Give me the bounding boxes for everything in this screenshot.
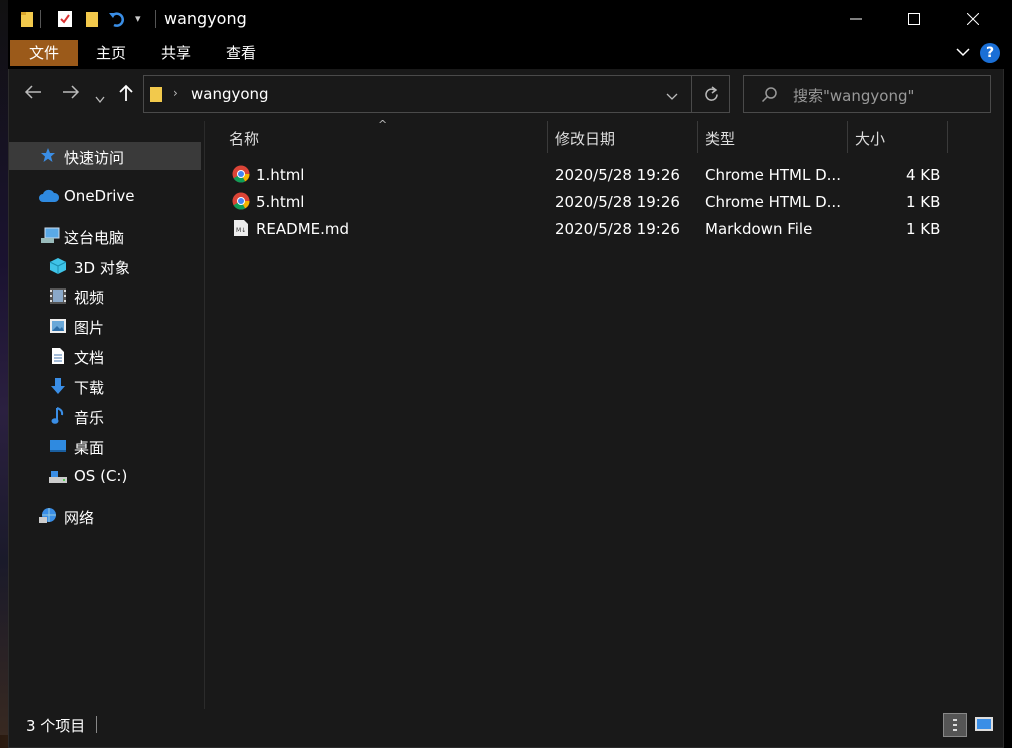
large-icons-view-button[interactable] <box>973 713 997 737</box>
maximize-button[interactable] <box>885 0 943 38</box>
properties-icon[interactable] <box>57 10 72 28</box>
new-folder-icon[interactable] <box>85 10 99 28</box>
search-input[interactable]: 搜索"wangyong" <box>793 85 914 106</box>
sidebar-item-desktop[interactable]: 桌面 <box>74 437 104 458</box>
large-icons-view-icon <box>975 717 993 731</box>
expand-ribbon-button[interactable] <box>955 44 971 64</box>
sidebar-item-network[interactable]: 网络 <box>64 507 94 528</box>
chrome-icon <box>232 165 250 187</box>
chevron-down-icon <box>95 96 105 104</box>
chrome-icon <box>232 192 250 214</box>
sidebar-item-os-c[interactable]: OS (C:) <box>74 467 127 485</box>
divider <box>40 10 41 28</box>
drive-icon <box>48 469 68 489</box>
file-name[interactable]: README.md <box>256 220 349 238</box>
close-icon <box>967 13 979 25</box>
file-size: 1 KB <box>906 193 941 211</box>
pane-divider[interactable] <box>204 121 205 709</box>
folder-icon <box>149 85 163 107</box>
chevron-down-icon <box>666 93 678 100</box>
download-icon <box>50 377 66 399</box>
star-icon <box>40 147 56 167</box>
recent-locations-button[interactable] <box>95 88 105 109</box>
sidebar-item-quick-access[interactable]: 快速访问 <box>64 147 124 168</box>
address-history-button[interactable] <box>666 89 678 105</box>
desktop-icon <box>49 439 67 457</box>
cloud-icon <box>38 189 60 207</box>
details-view-button[interactable] <box>943 713 967 737</box>
minimize-button[interactable] <box>827 0 885 38</box>
file-name[interactable]: 1.html <box>256 166 304 184</box>
tab-share[interactable]: 共享 <box>159 40 193 66</box>
sidebar-item-music[interactable]: 音乐 <box>74 407 104 428</box>
divider <box>96 716 97 733</box>
refresh-button[interactable] <box>703 86 720 107</box>
svg-text:M↓: M↓ <box>236 227 246 234</box>
computer-icon <box>40 227 60 249</box>
sidebar-item-downloads[interactable]: 下载 <box>74 377 104 398</box>
details-view-icon <box>953 719 957 731</box>
sidebar-item-this-pc[interactable]: 这台电脑 <box>64 227 124 248</box>
document-icon <box>51 347 65 369</box>
tab-view[interactable]: 查看 <box>224 40 258 66</box>
video-icon <box>49 287 67 309</box>
tab-home[interactable]: 主页 <box>94 40 128 66</box>
file-type: Markdown File <box>705 220 813 238</box>
divider <box>691 75 692 113</box>
ribbon-bar <box>8 38 1004 69</box>
column-resize-handle[interactable] <box>947 121 948 153</box>
arrow-left-icon <box>24 85 41 99</box>
window-title: wangyong <box>164 9 247 28</box>
item-count: 3 个项目 <box>26 717 86 735</box>
chevron-down-icon <box>956 48 970 57</box>
column-header-name[interactable]: 名称 <box>229 128 259 149</box>
markdown-icon: M↓ <box>233 219 249 241</box>
picture-icon <box>49 318 67 338</box>
sort-ascending-icon: ^ <box>378 118 388 131</box>
sidebar-item-onedrive[interactable]: OneDrive <box>64 187 135 205</box>
help-button[interactable]: ? <box>980 43 1000 63</box>
close-button[interactable] <box>944 0 1002 38</box>
tab-file[interactable]: 文件 <box>10 40 78 66</box>
sidebar-item-pictures[interactable]: 图片 <box>74 317 104 338</box>
file-size: 1 KB <box>906 220 941 238</box>
customize-toolbar-icon[interactable]: ▾ <box>135 12 141 25</box>
column-header-type[interactable]: 类型 <box>705 128 735 149</box>
back-button[interactable] <box>24 84 42 105</box>
arrow-right-icon <box>63 85 80 99</box>
file-date: 2020/5/28 19:26 <box>555 220 680 238</box>
sidebar-item-videos[interactable]: 视频 <box>74 287 104 308</box>
arrow-up-icon <box>119 84 133 101</box>
column-resize-handle[interactable] <box>697 121 698 153</box>
breadcrumb-separator-icon[interactable]: › <box>173 86 178 100</box>
file-name[interactable]: 5.html <box>256 193 304 211</box>
status-bar <box>9 710 1003 747</box>
sidebar-item-documents[interactable]: 文档 <box>74 347 104 368</box>
cube-icon <box>49 257 67 279</box>
up-button[interactable] <box>119 84 133 107</box>
breadcrumb-item[interactable]: wangyong <box>191 85 269 103</box>
undo-icon[interactable] <box>108 10 124 28</box>
file-size: 4 KB <box>906 166 941 184</box>
file-type: Chrome HTML D... <box>705 193 841 211</box>
file-date: 2020/5/28 19:26 <box>555 166 680 184</box>
refresh-icon <box>705 86 718 101</box>
forward-button[interactable] <box>62 84 80 105</box>
music-icon <box>51 407 65 429</box>
sidebar-item-3d-objects[interactable]: 3D 对象 <box>74 257 130 278</box>
network-icon <box>38 507 58 529</box>
column-header-size[interactable]: 大小 <box>855 128 885 149</box>
file-date: 2020/5/28 19:26 <box>555 193 680 211</box>
file-type: Chrome HTML D... <box>705 166 841 184</box>
search-icon <box>761 86 778 107</box>
column-header-date[interactable]: 修改日期 <box>555 128 615 149</box>
folder-icon[interactable] <box>20 10 34 28</box>
divider <box>155 10 156 28</box>
column-resize-handle[interactable] <box>847 121 848 153</box>
maximize-icon <box>908 13 920 25</box>
minimize-icon <box>850 18 862 20</box>
column-resize-handle[interactable] <box>547 121 548 153</box>
